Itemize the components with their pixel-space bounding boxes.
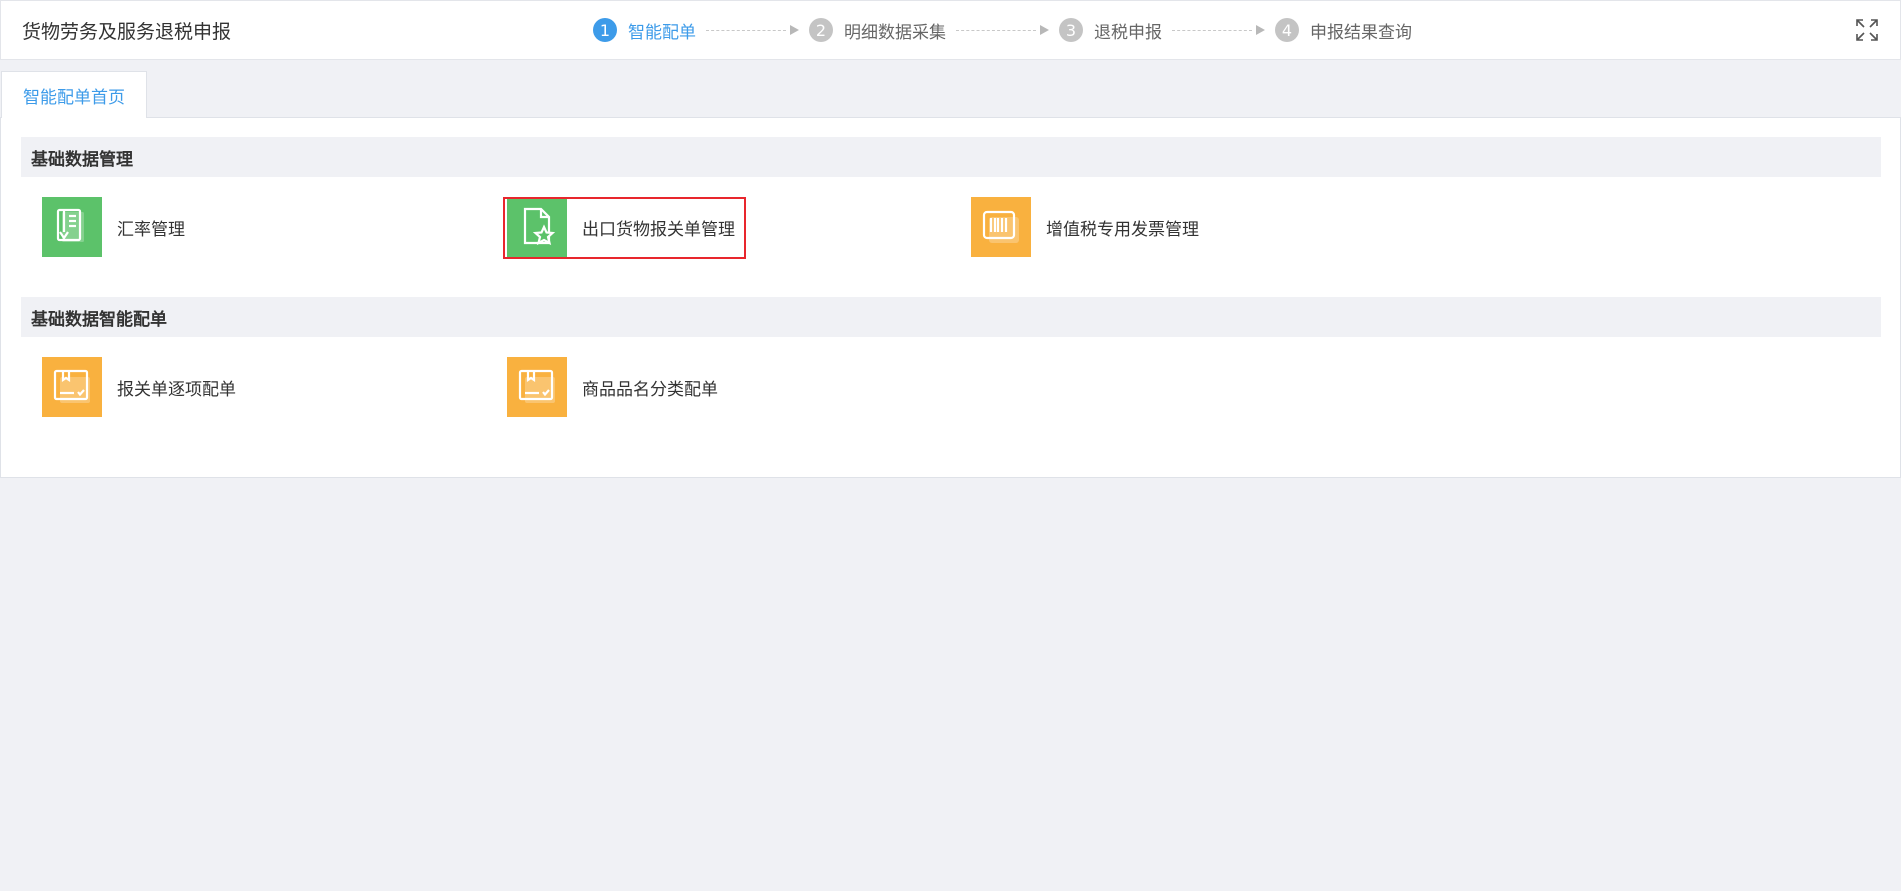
step-label: 申报结果查询 (1310, 22, 1412, 43)
item-label: 汇率管理 (117, 219, 185, 240)
step-2-detail-collection[interactable]: 2 明细数据采集 (809, 18, 946, 43)
step-label: 智能配单 (628, 22, 696, 43)
step-1-smart-matching[interactable]: 1 智能配单 (593, 18, 696, 43)
step-number: 4 (1275, 18, 1299, 42)
step-arrow (956, 25, 1049, 35)
section-title: 基础数据管理 (31, 149, 133, 170)
step-progress: 1 智能配单 2 明细数据采集 3 退税申报 4 申报结果查询 (593, 17, 1412, 43)
step-arrow (706, 25, 799, 35)
item-label: 出口货物报关单管理 (582, 219, 735, 240)
exchange-rate-management[interactable]: 汇率管理 (42, 197, 185, 257)
step-number: 3 (1059, 18, 1083, 42)
step-label: 明细数据采集 (844, 22, 946, 43)
vat-invoice-management[interactable]: 增值税专用发票管理 (971, 197, 1199, 257)
step-arrow (1172, 25, 1265, 35)
item-matching-icon (42, 357, 102, 417)
category-name-matching[interactable]: 商品品名分类配单 (507, 357, 718, 417)
export-customs-declaration-management[interactable]: 出口货物报关单管理 (507, 197, 735, 257)
section-title: 基础数据智能配单 (31, 309, 167, 330)
item-label: 报关单逐项配单 (117, 379, 236, 400)
step-number: 2 (809, 18, 833, 42)
vat-invoice-icon (971, 197, 1031, 257)
top-header: 货物劳务及服务退税申报 1 智能配单 2 明细数据采集 3 退税申报 4 申报结… (0, 0, 1901, 60)
step-4-result-query[interactable]: 4 申报结果查询 (1275, 18, 1412, 43)
section-smart-matching: 基础数据智能配单 (21, 297, 1881, 337)
exchange-rate-icon (42, 197, 102, 257)
tab-smart-matching-home[interactable]: 智能配单首页 (1, 71, 147, 118)
item-label: 增值税专用发票管理 (1046, 219, 1199, 240)
step-label: 退税申报 (1094, 22, 1162, 43)
section-basic-data-management: 基础数据管理 (21, 137, 1881, 177)
declaration-item-matching[interactable]: 报关单逐项配单 (42, 357, 236, 417)
step-number: 1 (593, 18, 617, 42)
customs-declaration-icon (507, 197, 567, 257)
app-title: 货物劳务及服务退税申报 (22, 21, 232, 43)
main-panel: 基础数据管理 汇率管理 出口货物报关单管理 增值税专用发票管理 基础数据智能配单… (0, 117, 1901, 478)
step-3-tax-refund-declaration[interactable]: 3 退税申报 (1059, 18, 1162, 43)
fullscreen-icon[interactable] (1855, 18, 1879, 42)
category-matching-icon (507, 357, 567, 417)
item-label: 商品品名分类配单 (582, 379, 718, 400)
